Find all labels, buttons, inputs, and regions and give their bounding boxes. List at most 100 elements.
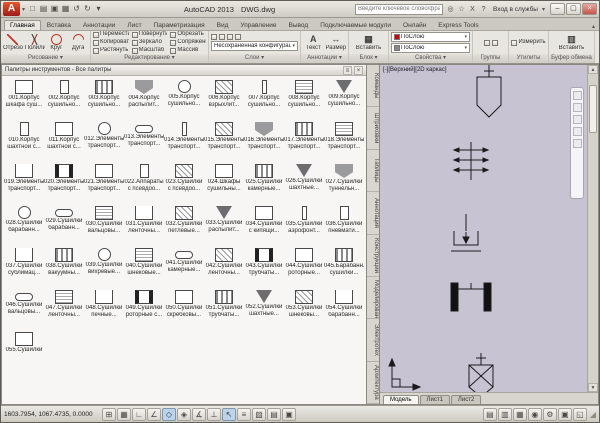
palette-item[interactable]: 029.Сушилкибарабанн... [44, 204, 84, 246]
schematic-symbol-trough[interactable] [451, 214, 481, 251]
line-button[interactable]: Отрезок [3, 34, 23, 52]
palette-item[interactable]: 002.Корпуссушильно... [44, 78, 84, 120]
tab-Модель[interactable]: Модель [383, 395, 419, 404]
layer-properties-icon[interactable] [211, 34, 217, 40]
trim-button[interactable]: Обрезать [170, 31, 206, 38]
palette-item[interactable]: 039.Сушилкивихревые... [84, 246, 124, 288]
copy-button[interactable]: Копировать [93, 39, 129, 46]
scale-button[interactable]: Масштаб [132, 47, 168, 54]
move-button[interactable]: Переместить [93, 31, 129, 38]
canvas-vertical-scrollbar[interactable]: ▲ ▼ [587, 65, 598, 392]
minimize-button[interactable]: – [550, 3, 565, 15]
status-selection-cycling-toggle[interactable]: ▣ [282, 408, 296, 421]
tab-Подключаемые модули[interactable]: Подключаемые модули [314, 20, 397, 30]
schematic-symbol-bars[interactable] [451, 283, 491, 311]
panel-label-block[interactable]: Блок ▾ [349, 54, 388, 63]
layer-state-dropdown[interactable]: Несохраненная конфигурация сло▾ [211, 41, 298, 51]
scroll-up-icon[interactable]: ▲ [588, 65, 598, 74]
palette-item[interactable]: 027.Сушилкитуннельн... [324, 162, 364, 204]
palette-item[interactable]: 020.Элементытранспорт... [44, 162, 84, 204]
tab-Параметризация[interactable]: Параметризация [148, 20, 211, 30]
tab-Управление[interactable]: Управление [234, 20, 282, 30]
palette-tab-Штриховки[interactable]: Штриховки [367, 107, 379, 149]
qat-save-button[interactable]: ▣ [49, 3, 60, 15]
maximize-button[interactable]: ▢ [566, 3, 581, 15]
panel-label-clipboard[interactable]: Буфер обмена [549, 54, 594, 63]
palette-item[interactable]: 052.Сушилкишахтные... [244, 288, 284, 330]
tool-palette-header[interactable]: Палитры инструментов - Все палитры ≡× [2, 65, 366, 76]
tab-Вид[interactable]: Вид [211, 20, 235, 30]
palette-item[interactable]: 010.Корпусшахтной с... [4, 120, 44, 162]
scroll-down-icon[interactable]: ▼ [588, 383, 598, 392]
tab-Главная[interactable]: Главная [4, 20, 41, 30]
arc-button[interactable]: Дуга [68, 34, 88, 52]
qat-redo-button[interactable]: ↻ [82, 3, 93, 15]
palette-item[interactable]: 007.Корпуссушильно... [244, 78, 284, 120]
palette-item[interactable]: 006.Корпусвзрыхлит... [204, 78, 244, 120]
group-button[interactable] [484, 40, 490, 46]
palette-item[interactable]: 022.Аппаратыс псевдоо... [124, 162, 164, 204]
star-icon[interactable]: ☆ [456, 4, 467, 15]
measure-button[interactable]: Измерить [511, 39, 545, 46]
scrollbar-thumb[interactable] [589, 85, 597, 133]
tab-Вывод[interactable]: Вывод [283, 20, 315, 30]
palette-item[interactable]: 009.Корпуссушильно... [324, 78, 364, 120]
palette-item[interactable]: 049.Сушилкироторные с... [124, 288, 164, 330]
insert-button[interactable]: ▦Вставить [351, 34, 386, 52]
palette-item[interactable]: 054.Сушилкибарабанн... [324, 288, 364, 330]
palette-item[interactable]: 047.Сушилкиленточны... [44, 288, 84, 330]
palette-item[interactable]: 055.Сушилки [4, 330, 44, 372]
workspace-switch-button[interactable]: ⚙ [543, 408, 557, 421]
ribbon-minimize-button[interactable]: ▴ [592, 23, 595, 30]
mirror-button[interactable]: Зеркало [132, 39, 168, 46]
fillet-button[interactable]: Сопряжение [170, 39, 206, 46]
tab-Лист[interactable]: Лист [121, 20, 147, 30]
palette-item[interactable]: 016.Элементытранспорт... [244, 120, 284, 162]
tab-Express Tools[interactable]: Express Tools [432, 20, 484, 30]
palette-item[interactable]: 042.Сушилкиленточны... [204, 246, 244, 288]
palette-tab-Моделирование[interactable]: Моделирование [367, 277, 379, 319]
application-menu-button[interactable]: A [3, 2, 20, 16]
status-osnap-toggle[interactable]: ◇ [162, 408, 176, 421]
status-snap-toggle[interactable]: ⊞ [102, 408, 116, 421]
palette-item[interactable]: 024.Шкафысушильны... [204, 162, 244, 204]
rotate-button[interactable]: Повернуть [132, 31, 168, 38]
pan-icon[interactable] [573, 103, 582, 112]
palette-tab-Архитектура[interactable]: Архитектура [367, 362, 379, 404]
palette-item[interactable]: 053.Сушилкишнековы... [284, 288, 324, 330]
panel-label-utilities[interactable]: Утилиты [509, 54, 548, 63]
palette-item[interactable]: 019.Элементытранспорт... [4, 162, 44, 204]
palette-tab-Электротех[interactable]: Электротех [367, 319, 379, 361]
palette-item[interactable]: 034.Сушилкис кипящи... [244, 204, 284, 246]
palette-item[interactable]: 005.Корпуссушильно... [164, 78, 204, 120]
palette-item[interactable]: 035.Сушилкиаэрофонт... [284, 204, 324, 246]
palette-item[interactable]: 025.Сушилкикамерные... [244, 162, 284, 204]
status-osnap-3d-toggle[interactable]: ◈ [177, 408, 191, 421]
toolbar-lock-button[interactable]: ▣ [558, 408, 572, 421]
showmotion-icon[interactable] [573, 139, 582, 148]
palette-item[interactable]: 048.Сушилкипечные... [84, 288, 124, 330]
zoom-icon[interactable] [573, 115, 582, 124]
help-icon[interactable]: ? [478, 4, 489, 15]
palette-item[interactable]: 033.Сушилкираспылит... [204, 204, 244, 246]
panel-label-properties[interactable]: Свойства ▾ [389, 54, 472, 63]
array-button[interactable]: Массив [170, 47, 206, 54]
palette-item[interactable]: 011.Корпусшахтной с... [44, 120, 84, 162]
signin-chevron-icon[interactable]: ▾ [542, 6, 545, 13]
polyline-button[interactable]: Полилиния [25, 34, 45, 52]
qat-plot-button[interactable]: ▦ [60, 3, 71, 15]
full-navigation-wheel-icon[interactable] [573, 91, 582, 100]
palette-item[interactable]: 001.Корпусшкафа суш... [4, 78, 44, 120]
status-lineweight-toggle[interactable]: ≡ [237, 408, 251, 421]
palette-item[interactable]: 004.Корпусраспылит... [124, 78, 164, 120]
status-quick-properties-toggle[interactable]: ▤ [267, 408, 281, 421]
panel-label-modify[interactable]: Редактирование ▾ [91, 54, 208, 63]
palette-item[interactable]: 017.Элементытранспорт... [284, 120, 324, 162]
text-button[interactable]: АТекст [303, 34, 324, 52]
ungroup-button[interactable] [492, 40, 498, 46]
tab-Аннотации[interactable]: Аннотации [77, 20, 122, 30]
palette-item[interactable]: 003.Корпуссушильно... [84, 78, 124, 120]
status-ortho-toggle[interactable]: ∟ [132, 408, 146, 421]
quick-view-drawings-button[interactable]: ▦ [513, 408, 527, 421]
palette-close-button[interactable]: × [354, 66, 363, 75]
